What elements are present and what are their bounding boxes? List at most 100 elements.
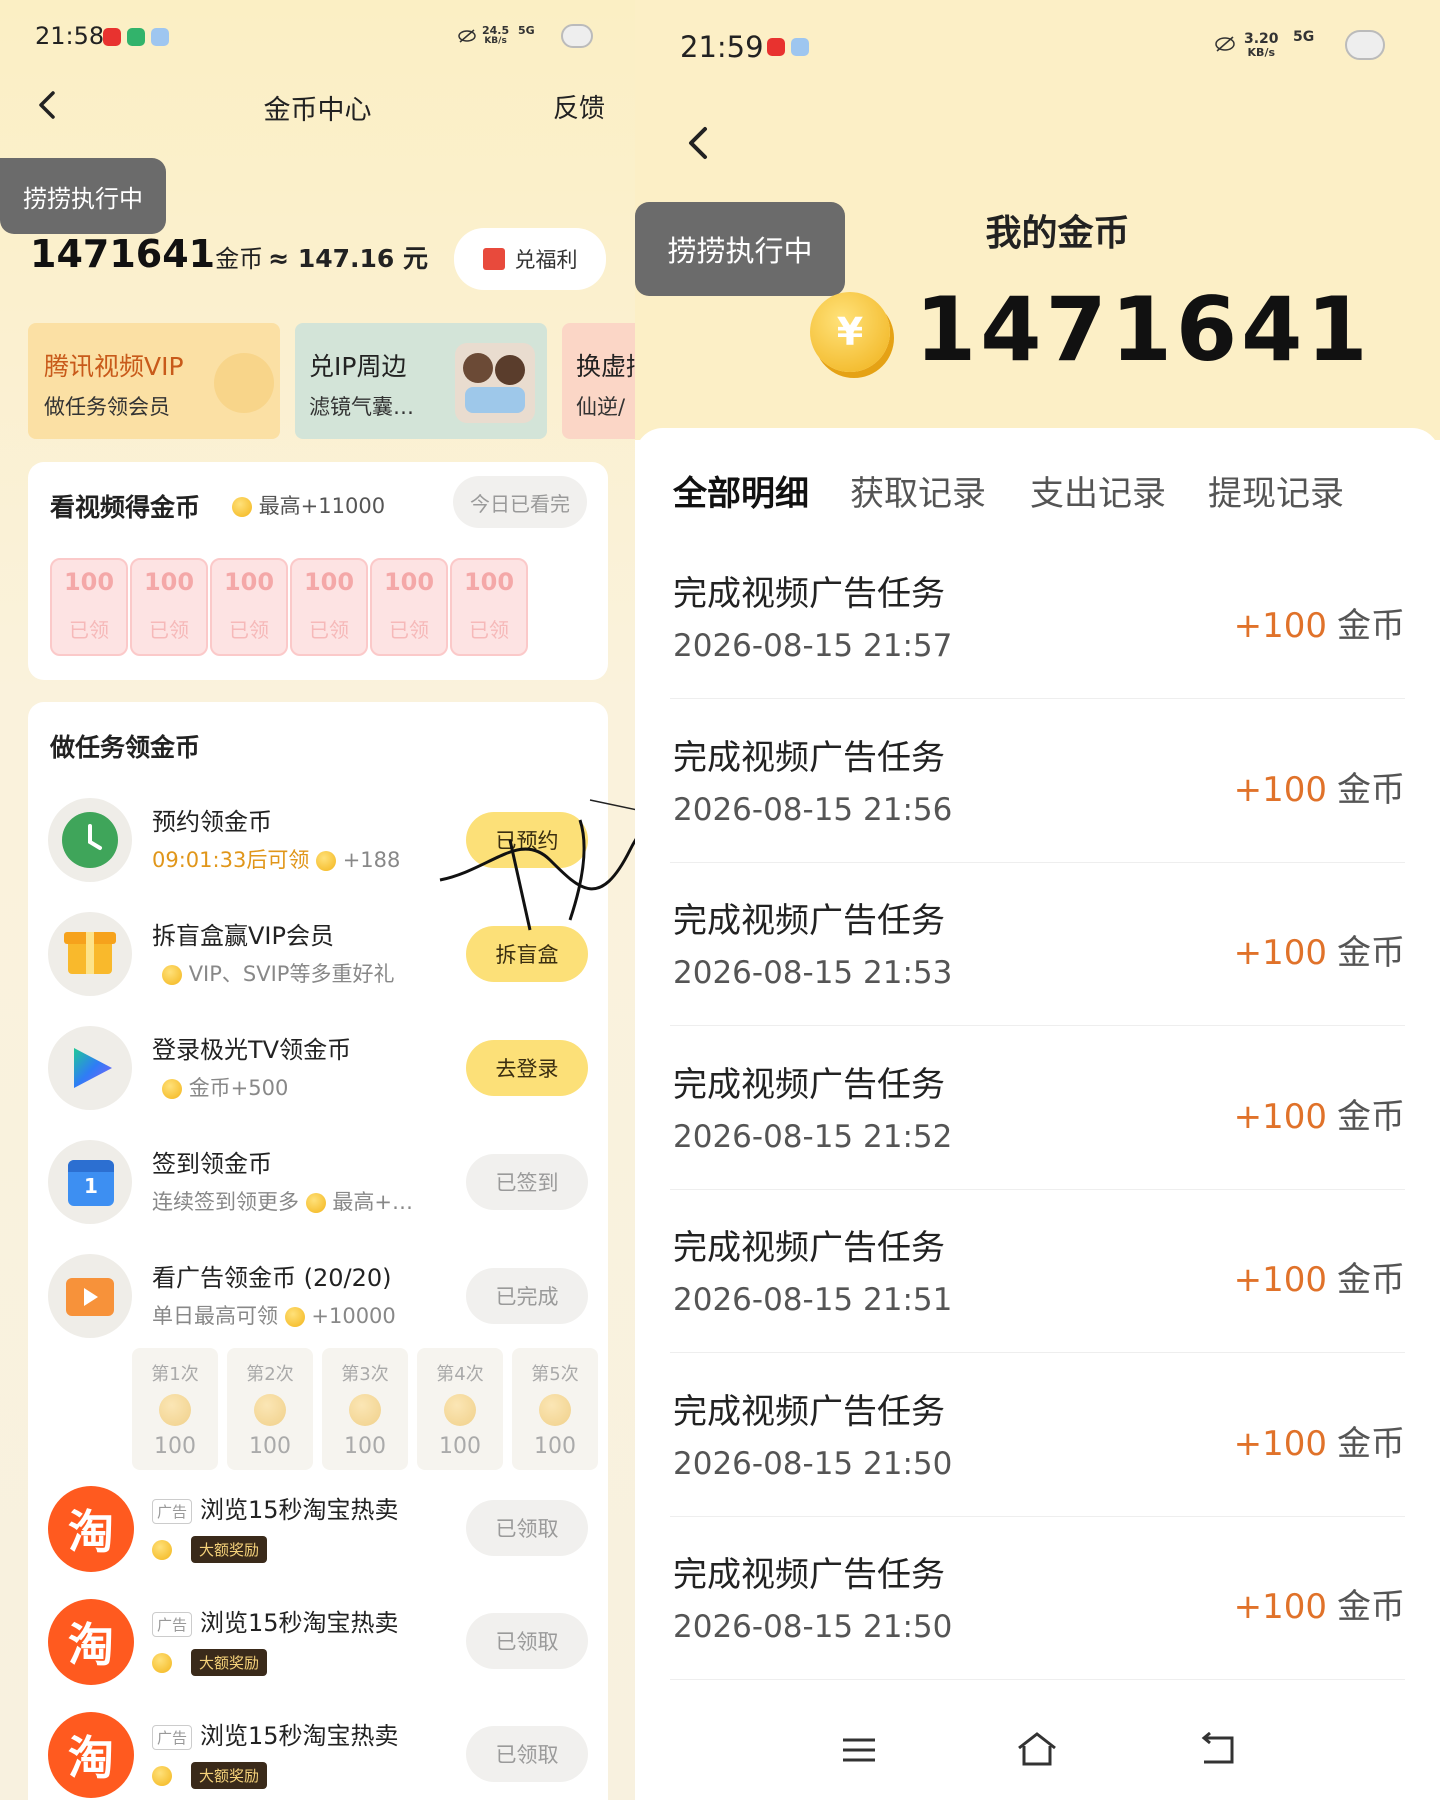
ad-tag: 广告 (152, 1498, 193, 1524)
record-title: 完成视频广告任务 (673, 574, 945, 614)
status-time: 21:59 (680, 30, 764, 64)
today-done-button[interactable]: 今日已看完 (453, 476, 587, 528)
ad-slot: 第2次 100 (227, 1348, 313, 1470)
envelope-state: 已领 (389, 618, 429, 642)
tasks-card-title: 做任务领金币 (50, 733, 201, 762)
banner-subtitle: 仙逆/ (576, 395, 626, 419)
record-row[interactable]: 完成视频广告任务 2026-08-15 21:52 +100 金币 (635, 1057, 1440, 1220)
calendar-icon: 1 (48, 1140, 132, 1224)
record-date: 2026-08-15 21:52 (673, 1118, 953, 1155)
menu-icon[interactable] (841, 1735, 877, 1765)
battery-icon (1345, 30, 1385, 60)
envelope-value: 100 (223, 568, 275, 596)
envelope-value: 100 (463, 568, 515, 596)
row-divider (670, 1679, 1405, 1680)
task-title: 签到领金币 (152, 1150, 272, 1178)
completed-button[interactable]: 已完成 (466, 1268, 588, 1324)
record-row[interactable]: 完成视频广告任务 2026-08-15 21:50 +100 金币 (635, 1384, 1440, 1547)
battery-icon (561, 24, 593, 48)
record-row[interactable]: 完成视频广告任务 2026-08-15 21:50 +100 金币 (635, 1547, 1440, 1710)
amount-unit: 金币 (1337, 1587, 1405, 1627)
home-icon[interactable] (1015, 1730, 1059, 1768)
play-logo-icon (48, 1026, 132, 1110)
banner-title: 腾讯视频VIP (44, 352, 184, 381)
signed-in-button[interactable]: 已签到 (466, 1154, 588, 1210)
back-arrow-icon[interactable] (685, 125, 713, 161)
gold-coin-icon: ¥ (810, 292, 890, 372)
record-row[interactable]: 完成视频广告任务 2026-08-15 21:56 +100 金币 (635, 730, 1440, 893)
coin-icon (152, 1766, 172, 1786)
hidden-eye-icon (1215, 36, 1235, 52)
back-nav-icon[interactable] (1198, 1731, 1238, 1766)
status-time: 21:58 (35, 22, 105, 50)
coin-pile-icon (539, 1394, 571, 1426)
claimed-button[interactable]: 已领取 (466, 1500, 588, 1556)
feedback-link[interactable]: 反馈 (553, 88, 605, 125)
red-envelope: 100 已领 (450, 558, 528, 656)
task-subtitle: VIP、SVIP等多重好礼 (162, 958, 394, 988)
coin-pile-icon (254, 1394, 286, 1426)
tab-2[interactable]: 支出记录 (1030, 466, 1166, 515)
record-amount: +100 金币 (1234, 1252, 1405, 1301)
play-watermark-icon (214, 353, 274, 413)
record-title: 完成视频广告任务 (673, 1555, 945, 1595)
slot-label: 第1次 (151, 1364, 199, 1385)
ad-slot: 第3次 100 (322, 1348, 408, 1470)
record-row[interactable]: 完成视频广告任务 2026-08-15 21:57 +100 金币 (635, 566, 1440, 729)
task-subtitle: 连续签到领更多 最高+… (152, 1190, 413, 1214)
hidden-eye-icon (458, 28, 476, 43)
video-ad-icon (48, 1254, 132, 1338)
clock-icon (48, 798, 132, 882)
amount-unit: 金币 (1337, 933, 1405, 973)
login-button[interactable]: 去登录 (466, 1040, 588, 1096)
claimed-button[interactable]: 已领取 (466, 1613, 588, 1669)
record-date: 2026-08-15 21:57 (673, 628, 953, 664)
signature-watermark (439, 799, 635, 931)
red-envelope: 100 已领 (50, 558, 128, 656)
taobao-logo-icon: 淘 (48, 1599, 134, 1685)
record-amount: +100 金币 (1234, 1089, 1405, 1138)
record-row[interactable]: 完成视频广告任务 2026-08-15 21:51 +100 金币 (635, 1220, 1440, 1383)
ad-title: 广告 浏览15秒淘宝热卖 (152, 1603, 399, 1638)
banner-subtitle: 做任务领会员 (44, 395, 170, 419)
ad-title-text: 浏览15秒淘宝热卖 (200, 1609, 399, 1637)
banner-subtitle: 滤镜气囊… (309, 395, 414, 419)
banner-tencent-vip[interactable]: 腾讯视频VIP 做任务领会员 (28, 323, 280, 439)
coin-center-screen: 21:58 24.5 KB/s 5G 金币中心 反馈 捞捞执行中 1471641金… (0, 0, 635, 1800)
slot-value: 100 (249, 1434, 291, 1459)
envelope-value: 100 (383, 568, 435, 596)
tab-3[interactable]: 提现记录 (1208, 466, 1344, 515)
ad-tag: 广告 (152, 1724, 193, 1750)
tab-0[interactable]: 全部明细 (673, 466, 809, 515)
video-max-reward: 最高+11000 (232, 490, 385, 520)
record-date: 2026-08-15 21:50 (673, 1609, 953, 1645)
redeem-button[interactable]: 兑福利 (454, 228, 606, 290)
watch-video-card: 看视频得金币 最高+11000 今日已看完 100 已领 100 已领 100 已领 100… (28, 462, 608, 680)
page-title: 金币中心 (263, 95, 372, 126)
task-title: 登录极光TV领金币 (152, 1036, 352, 1064)
coin-pile-icon (349, 1394, 381, 1426)
ad-title-text: 浏览15秒淘宝热卖 (200, 1722, 399, 1750)
amount-unit: 金币 (1337, 769, 1405, 810)
task-title: 拆盲盒赢VIP会员 (152, 922, 334, 950)
ad-slot: 第5次 100 (512, 1348, 598, 1470)
ad-title: 广告 浏览15秒淘宝热卖 (152, 1716, 399, 1751)
balance-row: 1471641金币 ≈ 147.16 元 (30, 232, 428, 276)
banner-virtual-exchange[interactable]: 换虚拟 仙逆/ (562, 323, 635, 439)
max-reward-text: 最高+11000 (258, 494, 386, 518)
task-title: 看广告领金币 (20/20) (152, 1264, 392, 1292)
page-title: 我的金币 (985, 213, 1130, 254)
amount-value: +100 (1233, 606, 1327, 646)
signal-indicator: 5G (518, 24, 535, 37)
banner-ip-merch[interactable]: 兑IP周边 滤镜气囊… (295, 323, 547, 439)
claimed-button[interactable]: 已领取 (466, 1726, 588, 1782)
red-envelope: 100 已领 (370, 558, 448, 656)
amount-unit: 金币 (1337, 1096, 1405, 1137)
coin-balance: 1471641 (915, 278, 1372, 381)
slot-value: 100 (439, 1434, 481, 1459)
net-speed: 24.5 KB/s (482, 24, 510, 46)
record-row[interactable]: 完成视频广告任务 2026-08-15 21:53 +100 金币 (635, 893, 1440, 1056)
slot-label: 第4次 (436, 1364, 484, 1385)
tab-1[interactable]: 获取记录 (850, 466, 986, 515)
my-coins-screen: 21:59 3.20 KB/s 5G 捞捞执行中 我的金币 ¥ 1471641 全… (635, 0, 1440, 1800)
